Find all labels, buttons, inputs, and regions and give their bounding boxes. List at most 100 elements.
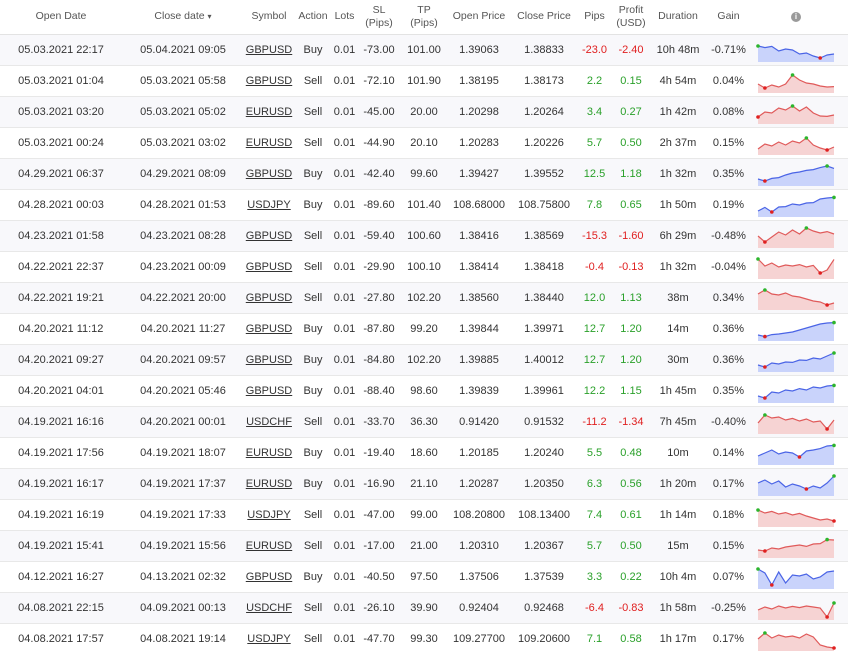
symbol-link[interactable]: GBPUSD [246,571,292,583]
col-open-date[interactable]: Open Date [0,0,122,35]
col-gain[interactable]: Gain [706,0,751,35]
duration: 10h 48m [656,43,700,56]
action: Buy [303,167,323,180]
close-price: 1.39552 [524,167,564,180]
col-tp-label: TP [417,3,431,16]
open-price: 1.37506 [459,570,499,583]
table-row[interactable]: 05.03.2021 03:20 05.03.2021 05:02 EURUSD Se… [0,96,848,127]
col-pips[interactable]: Pips [577,0,612,35]
profit: 0.61 [620,508,642,521]
col-action[interactable]: Action [294,0,332,35]
close-price: 1.20226 [524,136,564,149]
open-date: 04.22.2021 22:37 [18,260,104,273]
col-tp[interactable]: TP (Pips) [401,0,447,35]
sparkline-low-dot [763,548,767,553]
table-row[interactable]: 04.22.2021 19:21 04.22.2021 20:00 GBPUSD Se… [0,282,848,313]
symbol-link[interactable]: USDJPY [247,199,290,211]
symbol-link[interactable]: GBPUSD [246,354,292,366]
sparkline-high-dot [825,163,829,168]
table-row[interactable]: 05.03.2021 22:17 05.04.2021 09:05 GBPUSD Bu… [0,34,848,65]
stop-loss: -17.00 [363,539,395,552]
symbol-link[interactable]: GBPUSD [246,75,292,87]
col-open-price[interactable]: Open Price [447,0,511,35]
table-row[interactable]: 04.12.2021 16:27 04.13.2021 02:32 GBPUSD Bu… [0,561,848,592]
col-symbol[interactable]: Symbol [244,0,294,35]
symbol-link[interactable]: EURUSD [246,106,292,118]
lots: 0.01 [333,74,356,87]
open-price: 1.39839 [459,384,499,397]
symbol-cell: USDCHF [244,592,294,623]
sparkline-low-dot [832,518,836,523]
symbol-link[interactable]: EURUSD [246,447,292,459]
table-row[interactable]: 05.03.2021 01:04 05.03.2021 05:58 GBPUSD Se… [0,65,848,96]
symbol-link[interactable]: EURUSD [246,540,292,552]
close-date: 04.28.2021 01:53 [140,198,226,211]
table-row[interactable]: 04.19.2021 16:16 04.20.2021 00:01 USDCHF Se… [0,406,848,437]
take-profit: 100.10 [407,260,441,273]
table-row[interactable]: 04.20.2021 11:12 04.20.2021 11:27 GBPUSD Bu… [0,313,848,344]
table-row[interactable]: 04.19.2021 17:56 04.19.2021 18:07 EURUSD Bu… [0,437,848,468]
symbol-link[interactable]: GBPUSD [246,261,292,273]
symbol-link[interactable]: USDCHF [246,602,292,614]
table-row[interactable]: 04.19.2021 16:19 04.19.2021 17:33 USDJPY Se… [0,499,848,530]
close-date: 04.20.2021 09:57 [140,353,226,366]
symbol-link[interactable]: GBPUSD [246,385,292,397]
symbol-link[interactable]: EURUSD [246,478,292,490]
table-row[interactable]: 04.29.2021 06:37 04.29.2021 08:09 GBPUSD Bu… [0,158,848,189]
stop-loss: -27.80 [363,291,395,304]
symbol-link[interactable]: GBPUSD [246,292,292,304]
table-row[interactable]: 04.23.2021 01:58 04.23.2021 08:28 GBPUSD Se… [0,220,848,251]
symbol-link[interactable]: GBPUSD [246,323,292,335]
col-profit[interactable]: Profit (USD) [612,0,650,35]
pips: 7.8 [586,198,603,211]
table-row[interactable]: 04.08.2021 17:57 04.08.2021 19:14 USDJPY Se… [0,623,848,653]
profit: 0.50 [620,539,642,552]
pips: -23.0 [581,43,608,56]
close-price: 1.20350 [524,477,564,490]
open-price: 108.68000 [453,198,505,211]
symbol-link[interactable]: GBPUSD [246,44,292,56]
sparkline-cell [751,220,841,251]
sparkline-high-dot [832,473,836,478]
table-row[interactable]: 04.20.2021 09:27 04.20.2021 09:57 GBPUSD Bu… [0,344,848,375]
col-lots[interactable]: Lots [332,0,357,35]
table-row[interactable]: 05.03.2021 00:24 05.03.2021 03:02 EURUSD Se… [0,127,848,158]
symbol-link[interactable]: GBPUSD [246,230,292,242]
stop-loss: -73.00 [363,43,395,56]
sparkline-cell [751,65,841,96]
take-profit: 101.00 [407,43,441,56]
action: Buy [303,43,323,56]
symbol-link[interactable]: EURUSD [246,137,292,149]
symbol-link[interactable]: USDJPY [247,509,290,521]
symbol-cell: GBPUSD [244,375,294,406]
symbol-link[interactable]: GBPUSD [246,168,292,180]
info-icon[interactable]: i [791,12,801,23]
close-price: 1.20240 [524,446,564,459]
action: Buy [303,570,323,583]
table-row[interactable]: 04.19.2021 15:41 04.19.2021 15:56 EURUSD Se… [0,530,848,561]
table-row[interactable]: 04.08.2021 22:15 04.09.2021 00:13 USDCHF Se… [0,592,848,623]
symbol-link[interactable]: USDCHF [246,416,292,428]
col-close-date[interactable]: Close date ▾ [122,0,244,35]
take-profit: 20.00 [410,105,438,118]
gain: 0.34% [712,291,745,304]
symbol-link[interactable]: USDJPY [247,633,290,645]
take-profit: 100.60 [407,229,441,242]
col-sl[interactable]: SL (Pips) [357,0,401,35]
profit: -0.83 [618,601,644,614]
take-profit: 99.60 [410,167,438,180]
sparkline-cell [751,282,841,313]
table-row[interactable]: 04.19.2021 16:17 04.19.2021 17:37 EURUSD Bu… [0,468,848,499]
table-row[interactable]: 04.22.2021 22:37 04.23.2021 00:09 GBPUSD Se… [0,251,848,282]
table-row[interactable]: 04.28.2021 00:03 04.28.2021 01:53 USDJPY Bu… [0,189,848,220]
col-duration[interactable]: Duration [650,0,706,35]
sparkline-cell [751,468,841,499]
sparkline-area [758,45,834,62]
action: Sell [303,291,323,304]
sparkline-area [758,352,834,372]
open-date: 04.20.2021 04:01 [18,384,104,397]
table-row[interactable]: 04.20.2021 04:01 04.20.2021 05:46 GBPUSD Bu… [0,375,848,406]
sparkline-high-dot [790,72,795,77]
open-price: 1.38414 [459,260,499,273]
col-close-price[interactable]: Close Price [511,0,577,35]
